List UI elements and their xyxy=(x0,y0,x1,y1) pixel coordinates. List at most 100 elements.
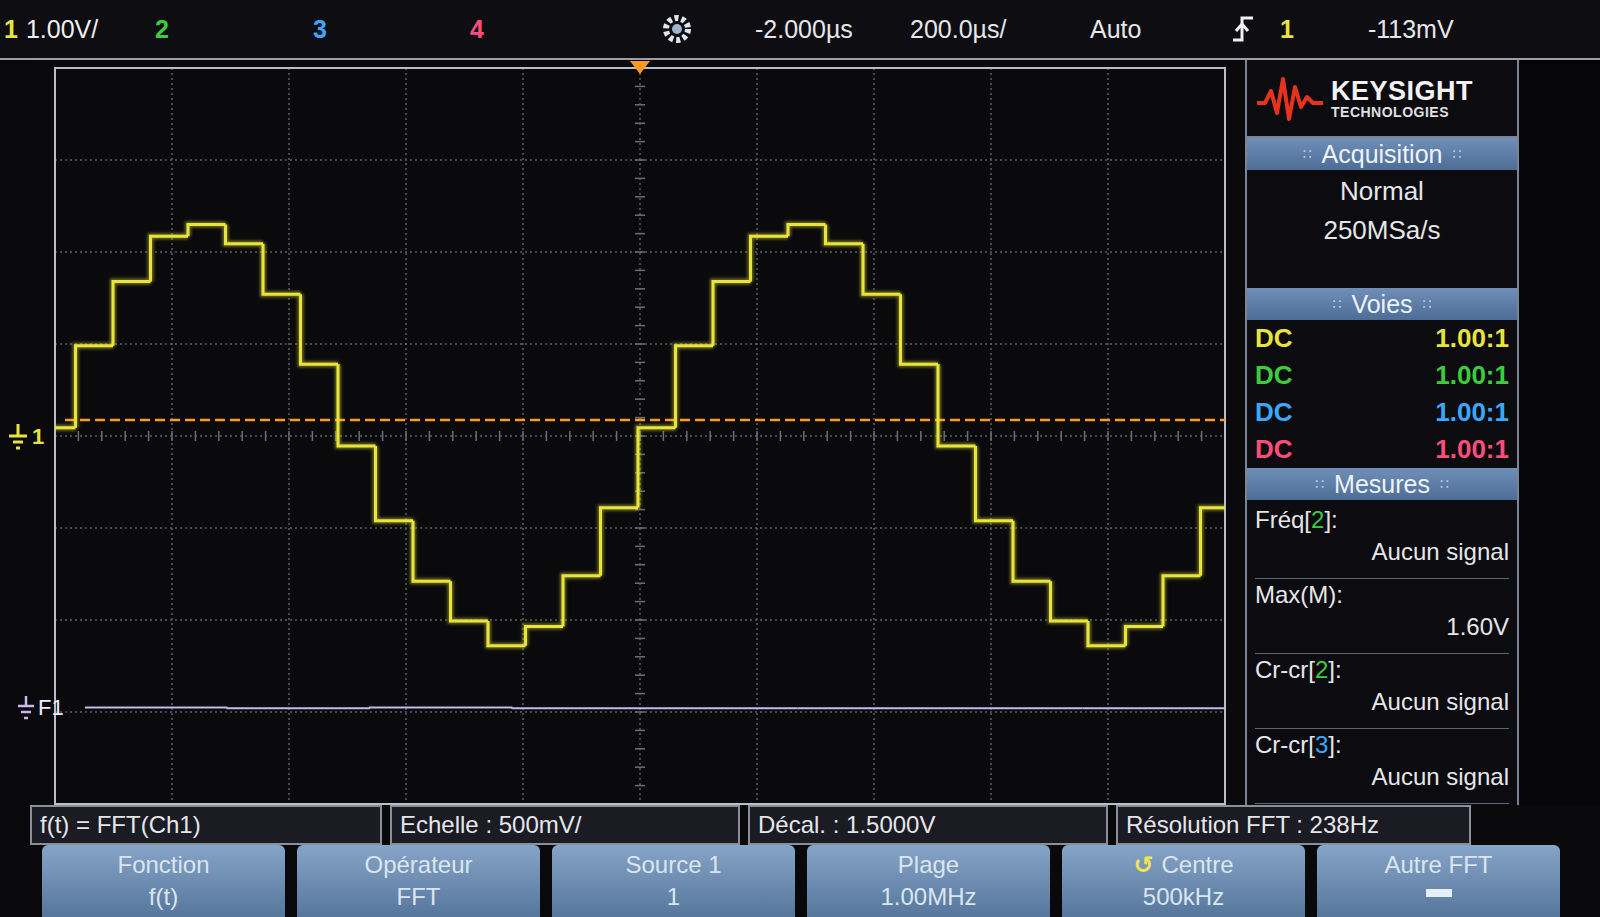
measurements-header[interactable]: ∷Mesures∷ xyxy=(1247,468,1517,500)
channel-label: 3 xyxy=(313,15,327,44)
trace-step xyxy=(55,425,76,431)
trace-step xyxy=(676,346,714,428)
timebase[interactable]: 200.0µs/ xyxy=(910,15,1090,44)
trace-step xyxy=(76,346,114,428)
trace-step xyxy=(863,244,901,295)
softkey-label: Opérateur xyxy=(364,851,472,879)
sample-rate: 250MSa/s xyxy=(1323,215,1440,246)
channel-key[interactable]: 4 xyxy=(470,15,660,44)
softkey-label: Centre xyxy=(1162,851,1234,879)
delay-value: -2.000µs xyxy=(755,15,853,44)
trace-step xyxy=(788,224,826,236)
measurement[interactable]: Fréq[2]:Aucun signal xyxy=(1255,506,1509,579)
trigger-level: -113mV xyxy=(1368,15,1454,44)
channel-label: 2 xyxy=(155,15,169,44)
measurement[interactable]: Max(M):1.60V xyxy=(1255,581,1509,654)
trigger-edge-icon xyxy=(1230,14,1256,44)
info-field: Résolution FFT : 238Hz xyxy=(1116,805,1471,845)
channel-row[interactable]: DC1.00:1 xyxy=(1247,431,1517,468)
softkey[interactable]: Autre FFT xyxy=(1317,845,1560,917)
channel-row[interactable]: DC1.00:1 xyxy=(1247,394,1517,431)
measurement-name: Fréq[ xyxy=(1255,506,1311,533)
waveform-display: 1 F1 xyxy=(0,60,1245,805)
measurement[interactable]: Cr-cr[2]:Aucun signal xyxy=(1255,656,1509,729)
math-marker[interactable]: F1 xyxy=(16,694,64,722)
softkey[interactable]: OpérateurFFT xyxy=(297,845,540,917)
softkey[interactable]: Source 11 xyxy=(552,845,795,917)
ch1-scale[interactable]: 11.00V/ xyxy=(0,15,155,44)
trace-step xyxy=(676,346,714,428)
channel-key[interactable]: 2 xyxy=(155,15,313,44)
trace-step xyxy=(1013,521,1051,582)
logo-sub: TECHNOLOGIES xyxy=(1331,105,1473,119)
trace-step xyxy=(1163,576,1201,627)
trace-step xyxy=(1088,621,1126,646)
trigger[interactable]: 1-113mV xyxy=(1230,14,1520,44)
measurement-list: Fréq[2]:Aucun signalMax(M):1.60VCr-cr[2]… xyxy=(1247,500,1517,806)
status-bar: 11.00V/2 3 4 -2.000µs 200.0µs/Auto 1-113mV xyxy=(0,0,1600,60)
trace-step xyxy=(938,364,976,446)
measurement-channel: 2 xyxy=(1311,506,1324,533)
softkey-value: 500kHz xyxy=(1143,883,1224,911)
trace-step xyxy=(1201,508,1226,576)
channel-probe: 1.00:1 xyxy=(1435,360,1509,391)
acquisition-header[interactable]: ∷Acquisition∷ xyxy=(1247,138,1517,170)
timebase-value: 200.0µs/ xyxy=(910,15,1006,44)
channel-coupling: DC xyxy=(1255,323,1293,354)
trace-step xyxy=(563,576,601,627)
math-segment xyxy=(85,706,228,708)
trace-step xyxy=(1013,521,1051,582)
trace-step xyxy=(901,294,939,364)
trace-step xyxy=(376,446,414,521)
trace-step xyxy=(1126,626,1164,645)
trace-step xyxy=(226,224,264,243)
measurement-label: Max(M): xyxy=(1255,581,1509,609)
measurement-name: Max(M): xyxy=(1255,581,1343,608)
measurements-header-title: Mesures xyxy=(1334,470,1430,499)
acquisition-info: Normal250MSa/s xyxy=(1247,170,1517,288)
measurement-name: Cr-cr[ xyxy=(1255,731,1315,758)
trace-step xyxy=(151,236,189,281)
channel-probe: 1.00:1 xyxy=(1435,434,1509,465)
softkey[interactable]: ↺Centre500kHz xyxy=(1062,845,1305,917)
trace-step xyxy=(338,364,376,446)
measurement-channel: 2 xyxy=(1315,656,1328,683)
trace-step xyxy=(488,621,526,646)
ch1-ground-marker[interactable]: 1 xyxy=(6,422,44,452)
trace-step xyxy=(76,346,114,428)
trace-step xyxy=(601,508,639,576)
trace-step xyxy=(563,576,601,627)
softkey-label: Fonction xyxy=(117,851,209,879)
math-trace xyxy=(85,706,1225,709)
channel-row[interactable]: DC1.00:1 xyxy=(1247,320,1517,357)
trace-step xyxy=(751,236,789,281)
channel-row[interactable]: DC1.00:1 xyxy=(1247,357,1517,394)
measurement-suffix: ]: xyxy=(1328,656,1341,683)
menu-icon xyxy=(1424,883,1454,903)
ch1-trace xyxy=(55,224,1225,645)
delay[interactable]: -2.000µs xyxy=(755,15,910,44)
waveform-grid xyxy=(30,60,1245,805)
trace-step xyxy=(713,281,751,345)
trigger-mode-value: Auto xyxy=(1090,15,1141,44)
trace-step xyxy=(1051,581,1089,621)
trace-step xyxy=(263,244,301,295)
softkey[interactable]: Fonction f(t) xyxy=(42,845,285,917)
ground-icon xyxy=(6,422,30,452)
channel-key[interactable]: 3 xyxy=(313,15,470,44)
measurement-suffix: ]: xyxy=(1328,731,1341,758)
trace-step xyxy=(113,281,151,345)
trace-step xyxy=(1201,508,1226,576)
softkey-value: 1 xyxy=(667,883,680,911)
measurement-channel: 3 xyxy=(1315,731,1328,758)
keysight-wave-icon xyxy=(1255,73,1325,123)
softkey-value: f(t) xyxy=(149,883,178,911)
info-field: Echelle : 500mV/ xyxy=(390,805,740,845)
channels-header[interactable]: ∷Voies∷ xyxy=(1247,288,1517,320)
measurement[interactable]: Cr-cr[3]:Aucun signal xyxy=(1255,731,1509,804)
trace-step xyxy=(263,244,301,295)
trace-step xyxy=(113,281,151,345)
trace-step xyxy=(751,236,789,281)
softkey[interactable]: Plage1.00MHz xyxy=(807,845,1050,917)
trigger-mode[interactable]: Auto xyxy=(1090,15,1230,44)
